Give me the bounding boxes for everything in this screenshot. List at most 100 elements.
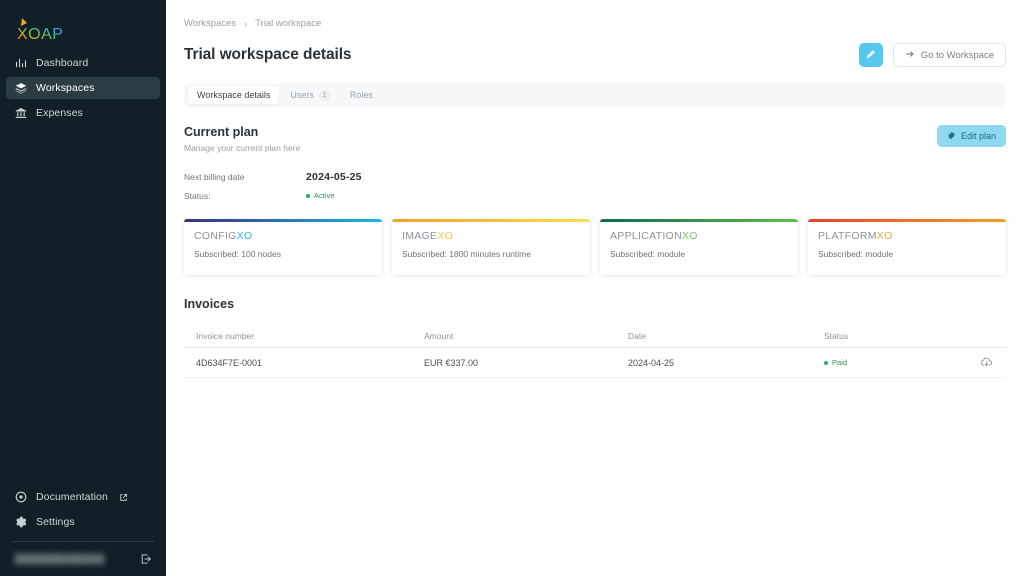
sidebar-item-documentation[interactable]: Documentation	[6, 486, 160, 508]
invoices-title: Invoices	[184, 297, 235, 311]
tab-users[interactable]: Users 1	[281, 86, 339, 104]
current-plan-title: Current plan	[184, 125, 259, 139]
app-root: XOAP Dashboard Workspaces Expenses Docum…	[0, 0, 1024, 576]
product-name-suffix: XO	[437, 230, 454, 242]
edit-workspace-button[interactable]	[858, 43, 883, 67]
cell-download	[966, 355, 1006, 371]
header-actions: Go to Workspace	[858, 43, 1006, 67]
product-subscription: Subscribed: module	[610, 249, 686, 259]
product-subscription: Subscribed: 1800 minutes runtime	[402, 249, 531, 259]
status-text: Paid	[832, 358, 848, 367]
status-row: Status: Active	[184, 186, 1006, 205]
tab-label: Roles	[349, 90, 373, 100]
product-name-suffix: XO	[681, 230, 698, 242]
product-name: CONFIGXO	[194, 230, 372, 242]
cell-status: Paid	[824, 358, 966, 367]
sidebar: XOAP Dashboard Workspaces Expenses Docum…	[0, 0, 166, 576]
next-billing-row: Next billing date 2024-05-25	[184, 167, 1006, 186]
edit-plan-button[interactable]: Edit plan	[936, 125, 1006, 147]
sidebar-user-row: redacted@email.com	[6, 548, 160, 568]
tab-roles[interactable]: Roles	[341, 86, 382, 104]
breadcrumb-separator-icon: ›	[244, 18, 248, 29]
go-to-workspace-button[interactable]: Go to Workspace	[892, 43, 1006, 67]
brand-logo[interactable]: XOAP	[0, 0, 166, 46]
go-to-workspace-label: Go to Workspace	[920, 49, 994, 61]
cell-date: 2024-04-25	[628, 357, 675, 368]
external-link-icon	[119, 491, 129, 504]
product-card-configxo[interactable]: CONFIGXO Subscribed: 100 nodes	[184, 219, 382, 275]
product-name-main: APPLICATION	[610, 230, 682, 242]
column-header-invoice-number: Invoice number	[196, 330, 255, 341]
column-header-date: Date	[628, 330, 646, 341]
status-badge: Active	[306, 191, 334, 200]
current-plan-subtitle: Manage your current plan here	[184, 143, 301, 153]
product-name: APPLICATIONXO	[610, 230, 788, 242]
product-subscription: Subscribed: 100 nodes	[194, 249, 281, 259]
user-email: redacted@email.com	[14, 553, 106, 565]
sidebar-item-expenses[interactable]: Expenses	[6, 102, 160, 124]
sidebar-item-label: Workspaces	[36, 82, 95, 94]
status-label: Status:	[184, 190, 211, 201]
current-plan-titles: Current plan Manage your current plan he…	[184, 125, 300, 153]
page-header: Trial workspace details Go to Workspace	[166, 29, 1024, 67]
tab-bar: Workspace details Users 1 Roles	[184, 83, 1006, 107]
next-billing-label: Next billing date	[184, 171, 245, 182]
column-header-status: Status	[824, 330, 849, 341]
sidebar-item-label: Documentation	[36, 491, 108, 503]
tab-workspace-details[interactable]: Workspace details	[188, 86, 280, 104]
bank-icon	[14, 107, 27, 120]
edit-plan-label: Edit plan	[960, 131, 996, 141]
product-card-platformxo[interactable]: PLATFORMXO Subscribed: module	[808, 219, 1006, 275]
product-name-suffix: XO	[236, 230, 253, 242]
cloud-download-icon[interactable]	[978, 355, 994, 371]
card-body: IMAGEXO Subscribed: 1800 minutes runtime	[392, 222, 590, 259]
product-name-main: PLATFORM	[818, 230, 877, 242]
chart-bar-icon	[14, 57, 27, 70]
product-name-suffix: XO	[876, 230, 893, 242]
current-plan-header: Current plan Manage your current plan he…	[166, 107, 1024, 153]
product-name-main: IMAGE	[402, 230, 438, 242]
xoap-logo-icon: XOAP	[17, 18, 63, 43]
table-header-row: Invoice number Amount Date Status	[184, 324, 1006, 348]
main-content: Workspaces › Trial workspace Trial works…	[166, 0, 1024, 576]
product-card-applicationxo[interactable]: APPLICATIONXO Subscribed: module	[600, 219, 798, 275]
card-body: PLATFORMXO Subscribed: module	[808, 222, 1006, 259]
tab-users-badge: 1	[318, 89, 330, 101]
sidebar-item-label: Dashboard	[36, 57, 89, 69]
breadcrumb: Workspaces › Trial workspace	[166, 0, 1024, 29]
sidebar-nav: Dashboard Workspaces Expenses	[0, 52, 166, 127]
card-body: CONFIGXO Subscribed: 100 nodes	[184, 222, 382, 259]
tab-label: Users	[290, 90, 314, 100]
sidebar-divider	[12, 541, 154, 542]
column-header-amount: Amount	[424, 330, 454, 341]
info-circle-icon	[14, 491, 27, 504]
product-cards: CONFIGXO Subscribed: 100 nodes IMAGEXO S…	[166, 205, 1024, 275]
sidebar-item-settings[interactable]: Settings	[6, 511, 160, 533]
svg-text:XOAP: XOAP	[17, 26, 63, 43]
product-name: IMAGEXO	[402, 230, 580, 242]
product-name-main: CONFIG	[194, 230, 237, 242]
card-body: APPLICATIONXO Subscribed: module	[600, 222, 798, 259]
tab-label: Workspace details	[197, 90, 271, 100]
gear-icon	[947, 130, 956, 142]
status-dot-icon	[824, 360, 828, 365]
status-value: Active	[314, 191, 335, 200]
pencil-icon	[865, 48, 876, 63]
logout-icon[interactable]	[139, 553, 152, 566]
breadcrumb-workspaces[interactable]: Workspaces	[184, 18, 236, 29]
product-subscription: Subscribed: module	[818, 249, 894, 259]
sidebar-item-dashboard[interactable]: Dashboard	[6, 52, 160, 74]
breadcrumb-current: Trial workspace	[255, 18, 322, 29]
sidebar-footer: Documentation Settings redacted@email.co…	[0, 486, 166, 576]
arrow-right-icon	[905, 49, 915, 62]
layers-icon	[14, 82, 27, 95]
sidebar-item-workspaces[interactable]: Workspaces	[6, 77, 160, 99]
sidebar-item-label: Settings	[36, 516, 75, 528]
product-card-imagexo[interactable]: IMAGEXO Subscribed: 1800 minutes runtime	[392, 219, 590, 275]
invoices-table: Invoice number Amount Date Status 4D634F…	[184, 324, 1006, 378]
sidebar-item-label: Expenses	[36, 107, 83, 119]
plan-meta: Next billing date 2024-05-25 Status: Act…	[166, 153, 1024, 205]
page-title: Trial workspace details	[184, 46, 352, 63]
table-row[interactable]: 4D634F7E-0001 EUR €337.00 2024-04-25 Pai…	[184, 348, 1006, 378]
cell-amount: EUR €337.00	[424, 357, 479, 368]
